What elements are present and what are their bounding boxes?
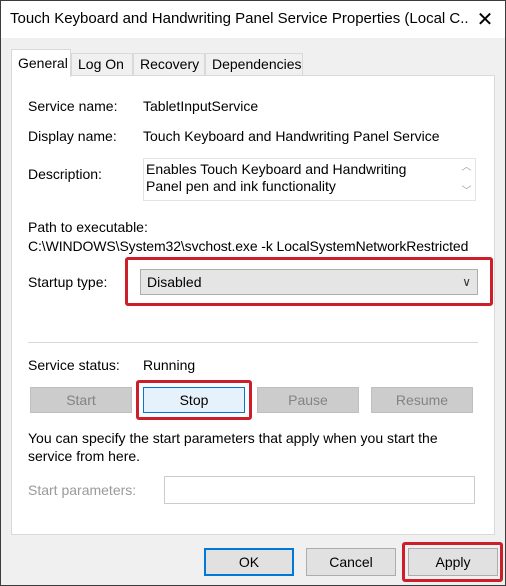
general-panel: Service name: TabletInputService Display… [11,75,495,535]
chevron-down-icon: ∨ [462,275,471,289]
properties-dialog: Touch Keyboard and Handwriting Panel Ser… [0,0,506,586]
start-params-hint: You can specify the start parameters tha… [28,430,438,464]
startup-type-select[interactable]: Disabled ∨ [140,269,478,295]
cancel-button[interactable]: Cancel [306,548,396,576]
stop-button[interactable]: Stop [143,387,245,413]
path-label: Path to executable: [28,219,148,235]
path-value: C:\WINDOWS\System32\svchost.exe -k Local… [28,238,469,254]
tab-dependencies[interactable]: Dependencies [205,53,303,75]
close-icon[interactable]: ✕ [465,1,505,38]
divider [28,342,478,343]
scroll-up-icon[interactable]: ︿ [462,159,472,176]
service-name-label: Service name: [28,98,118,114]
description-scrollbar[interactable]: ︿ ﹀ [458,159,475,200]
tab-recovery[interactable]: Recovery [133,53,205,75]
service-status-label: Service status: [28,357,120,373]
tab-general[interactable]: General [11,49,71,77]
display-name-value: Touch Keyboard and Handwriting Panel Ser… [143,128,440,144]
start-button[interactable]: Start [30,387,132,413]
tab-log-on[interactable]: Log On [71,53,133,75]
title-bar[interactable]: Touch Keyboard and Handwriting Panel Ser… [1,1,505,38]
scroll-down-icon[interactable]: ﹀ [462,183,472,200]
pause-button[interactable]: Pause [257,387,359,413]
display-name-label: Display name: [28,128,117,144]
description-textbox[interactable]: Enables Touch Keyboard and Handwriting P… [143,158,476,201]
resume-button[interactable]: Resume [371,387,473,413]
startup-type-label: Startup type: [28,274,108,290]
description-label: Description: [28,166,102,182]
start-params-label: Start parameters: [28,482,137,498]
start-params-input[interactable] [164,476,475,504]
ok-button[interactable]: OK [204,548,294,576]
apply-button[interactable]: Apply [408,548,498,576]
startup-type-value: Disabled [147,274,202,290]
service-name-value: TabletInputService [143,98,259,114]
description-text: Enables Touch Keyboard and Handwriting P… [146,161,407,194]
window-title: Touch Keyboard and Handwriting Panel Ser… [10,10,470,27]
service-status-value: Running [143,357,196,373]
